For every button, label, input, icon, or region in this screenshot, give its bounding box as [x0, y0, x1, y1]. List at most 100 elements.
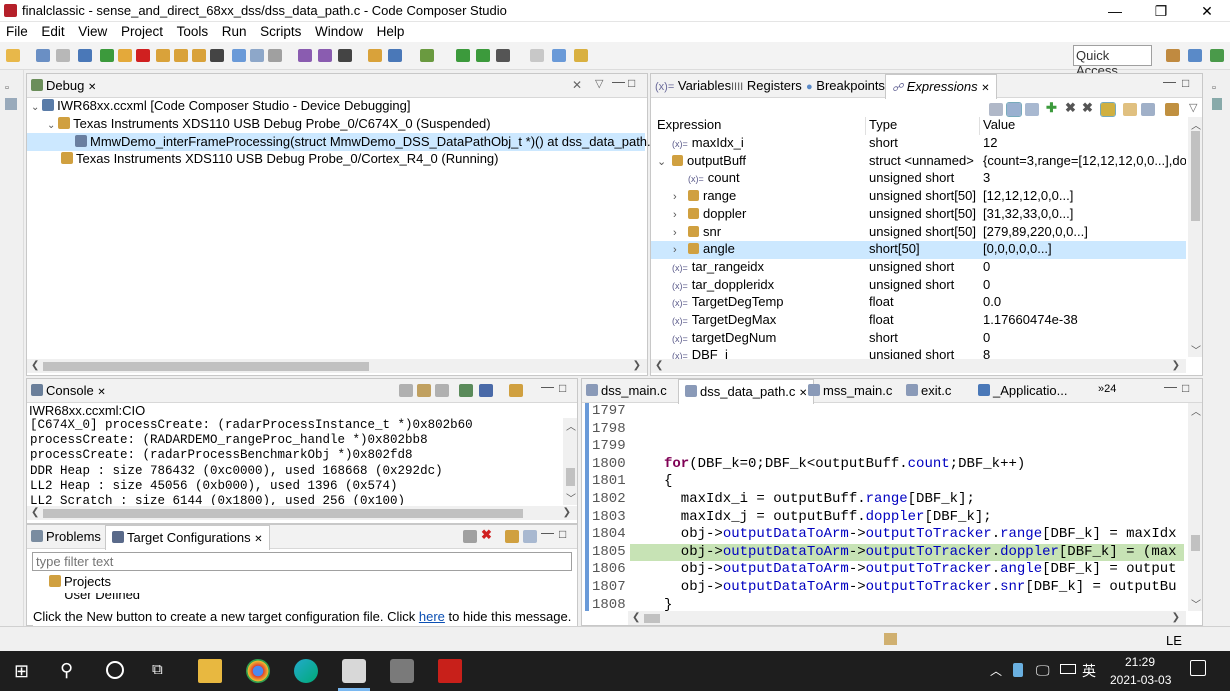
expression-row[interactable]: (x)= tar_doppleridx unsigned short 0: [651, 277, 1186, 295]
menu-scripts[interactable]: Scripts: [260, 22, 301, 39]
expression-value-cell[interactable]: {count=3,range=[12,12,12,0,0...],dop: [980, 153, 1186, 171]
menu-run[interactable]: Run: [222, 22, 247, 39]
menu-edit[interactable]: Edit: [41, 22, 64, 39]
expression-row[interactable]: › angle short[50] [0,0,0,0,0...]: [651, 241, 1186, 260]
editor-horizontal-scrollbar[interactable]: ❮ ❯: [628, 611, 1186, 625]
perspective-open-icon[interactable]: [1166, 49, 1180, 62]
scroll-lock-icon[interactable]: [417, 384, 431, 397]
quick-access-input[interactable]: Quick Access: [1073, 45, 1152, 78]
code-line[interactable]: 1802 maxIdx_i = outputBuff.range[DBF_k];: [586, 491, 1184, 509]
search-icon[interactable]: [552, 49, 566, 62]
skip-breakpoints-icon[interactable]: [318, 49, 332, 62]
column-expression[interactable]: Expression: [654, 117, 866, 135]
encoding-indicator[interactable]: LE: [1166, 633, 1182, 648]
close-tab-icon[interactable]: ✕: [88, 82, 96, 93]
tab-console[interactable]: Console ✕: [31, 383, 106, 398]
expressions-horizontal-scrollbar[interactable]: ❮ ❯: [651, 359, 1186, 373]
link-icon[interactable]: [250, 49, 264, 62]
menu-view[interactable]: View: [78, 22, 107, 39]
remove-all-icon[interactable]: ✖: [1082, 100, 1093, 116]
new-config-icon[interactable]: [463, 530, 477, 543]
step-over-icon[interactable]: [174, 49, 188, 62]
perspective-debug-icon[interactable]: [1210, 49, 1224, 62]
tab-variables[interactable]: (x)= Variables: [655, 78, 731, 93]
minimize-view-icon[interactable]: —: [1163, 74, 1176, 89]
code-line[interactable]: 1807 obj->outputDataToArm->outputToTrack…: [586, 579, 1184, 597]
maximize-button[interactable]: ❐: [1138, 0, 1184, 22]
expression-row[interactable]: ⌄ outputBuff struct <unnamed> {count=3,rang…: [651, 153, 1186, 171]
expression-row[interactable]: (x)= count unsigned short 3: [651, 170, 1186, 188]
code-area[interactable]: 1797 1798 1799 1800 for(DBF_k=0;DBF_k<output…: [586, 403, 1184, 615]
notifications-icon[interactable]: [1190, 660, 1206, 676]
expressions-vertical-scrollbar[interactable]: ︿ ﹀: [1188, 117, 1202, 357]
target-tree-item[interactable]: ⌄ User Defined: [35, 593, 335, 602]
minimize-view-icon[interactable]: —: [541, 379, 554, 394]
tab-problems[interactable]: Problems: [31, 529, 101, 544]
security-icon[interactable]: [1013, 663, 1023, 677]
expand-toggle-icon[interactable]: ›: [673, 209, 685, 221]
code-line[interactable]: 1804 obj->outputDataToArm->outputToTrack…: [586, 526, 1184, 544]
restore-right-icon[interactable]: ▫: [1212, 82, 1216, 94]
code-line[interactable]: 1801 {: [586, 473, 1184, 491]
tab-breakpoints[interactable]: ● Breakpoints: [806, 78, 885, 93]
expression-value-cell[interactable]: 3: [980, 170, 1186, 188]
memory-icon[interactable]: [268, 49, 282, 62]
settings-icon[interactable]: [496, 49, 510, 62]
edge-icon[interactable]: [294, 659, 318, 683]
step-into-icon[interactable]: [156, 49, 170, 62]
tool-icon[interactable]: [390, 659, 414, 683]
editor-tab-dss-main[interactable]: dss_main.c: [586, 383, 667, 398]
editor-tab-dss-data-path[interactable]: dss_data_path.c ✕: [678, 379, 815, 404]
expression-value-cell[interactable]: 0: [980, 330, 1186, 348]
run-debug-icon[interactable]: [388, 49, 402, 62]
new-icon[interactable]: [6, 49, 20, 62]
cortana-icon[interactable]: [106, 661, 124, 679]
close-tab-icon[interactable]: ✕: [981, 83, 989, 94]
step-return-icon[interactable]: [192, 49, 206, 62]
save-all-icon[interactable]: [56, 49, 70, 62]
expression-row[interactable]: › doppler unsigned short[50] [31,32,33,0,0.…: [651, 206, 1186, 224]
battery-icon[interactable]: [1060, 664, 1076, 674]
layout-icon[interactable]: [1025, 103, 1039, 116]
refresh-icon[interactable]: [456, 49, 470, 62]
menu-tools[interactable]: Tools: [177, 22, 209, 39]
minimize-view-icon[interactable]: —: [612, 74, 625, 89]
menu-help[interactable]: Help: [377, 22, 405, 39]
expression-row[interactable]: (x)= targetDegNum short 0: [651, 330, 1186, 348]
debug-horizontal-scrollbar[interactable]: ❮ ❯: [27, 359, 647, 373]
close-tab-icon[interactable]: ✕: [97, 387, 105, 398]
clear-console-icon[interactable]: [399, 384, 413, 397]
show-hidden-icons[interactable]: ︿: [990, 662, 1002, 679]
editor-tab-exit[interactable]: exit.c: [906, 383, 951, 398]
console-vertical-scrollbar[interactable]: ︿ ﹀: [563, 418, 577, 505]
delete-config-icon[interactable]: ✖: [481, 527, 492, 543]
import-icon[interactable]: [1123, 103, 1137, 116]
editor-vertical-scrollbar[interactable]: ︿ ﹀: [1188, 403, 1202, 611]
expression-row[interactable]: (x)= DBF_i unsigned short 8: [651, 347, 1186, 359]
pin-console-icon[interactable]: [459, 384, 473, 397]
menu-window[interactable]: Window: [315, 22, 363, 39]
menu-project[interactable]: Project: [121, 22, 163, 39]
hex-format-icon[interactable]: [1006, 102, 1022, 117]
chrome-icon[interactable]: [246, 659, 270, 683]
code-line[interactable]: 1797: [586, 403, 1184, 421]
view-menu-icon[interactable]: ▽: [595, 77, 603, 90]
tab-debug[interactable]: Debug ✕: [31, 78, 96, 93]
expand-toggle-icon[interactable]: ›: [673, 244, 685, 256]
expression-value-cell[interactable]: [12,12,12,0,0...]: [980, 188, 1186, 206]
expression-value-cell[interactable]: [279,89,220,0,0...]: [980, 224, 1186, 242]
column-value[interactable]: Value: [980, 117, 1188, 135]
status-progress-icon[interactable]: [884, 633, 897, 645]
expression-value-cell[interactable]: 0: [980, 277, 1186, 295]
expression-row[interactable]: (x)= TargetDegTemp float 0.0: [651, 294, 1186, 312]
minimize-button[interactable]: —: [1092, 0, 1138, 22]
maximize-view-icon[interactable]: □: [559, 381, 566, 395]
outline-icon[interactable]: [1212, 98, 1222, 110]
expression-value-cell[interactable]: [0,0,0,0,0...]: [980, 241, 1186, 259]
tab-expressions[interactable]: ☍ Expressions ✕: [885, 74, 997, 99]
expression-value-cell[interactable]: 0: [980, 259, 1186, 277]
collapse-config-icon[interactable]: [523, 530, 537, 543]
view-menu-icon[interactable]: ▽: [1189, 101, 1197, 114]
build-icon[interactable]: [338, 49, 352, 62]
display-console-icon[interactable]: [479, 384, 493, 397]
